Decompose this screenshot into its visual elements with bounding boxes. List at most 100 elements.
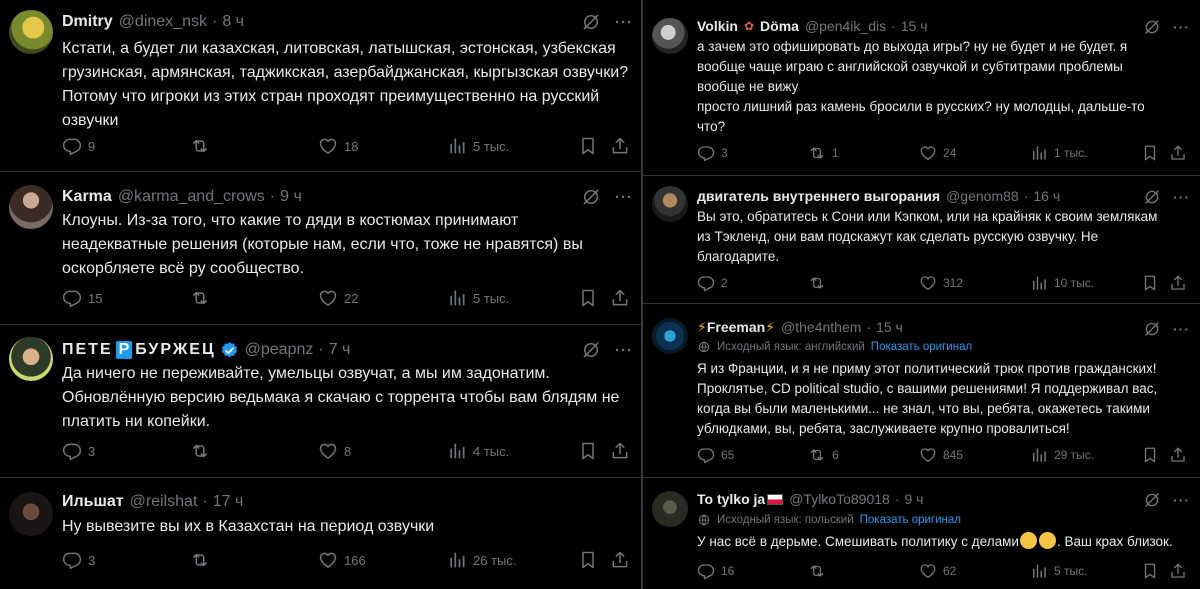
reply-button[interactable]: 9	[62, 136, 95, 156]
grok-icon[interactable]	[1143, 491, 1161, 509]
more-icon[interactable]: ···	[1173, 19, 1190, 35]
author-name[interactable]: Ильшат	[62, 493, 124, 511]
views-button[interactable]: 10 тыс.	[1030, 274, 1094, 292]
more-icon[interactable]: ···	[1173, 189, 1190, 205]
timestamp[interactable]: 8 ч	[222, 13, 244, 31]
avatar[interactable]	[9, 10, 53, 54]
bookmark-button[interactable]	[1141, 274, 1159, 292]
share-button[interactable]	[610, 441, 630, 461]
retweet-button[interactable]	[808, 562, 832, 580]
bookmark-button[interactable]	[578, 441, 598, 461]
reply-button[interactable]: 65	[697, 446, 734, 464]
like-button[interactable]: 312	[919, 274, 963, 292]
author-handle[interactable]: @karma_and_crows	[118, 188, 265, 206]
tweet-volkin[interactable]: Volkin ✿ Döma @pen4ik_dis · 15 ч ··· а з…	[643, 0, 1200, 176]
views-button[interactable]: 1 тыс.	[1030, 144, 1087, 162]
tweet-the4nthem[interactable]: ⚡ Freeman ⚡ @the4nthem · 15 ч ··· Исходн…	[643, 304, 1200, 478]
avatar[interactable]	[652, 491, 688, 527]
bookmark-button[interactable]	[578, 288, 598, 308]
share-button[interactable]	[610, 136, 630, 156]
timestamp[interactable]: 7 ч	[329, 341, 351, 359]
views-button[interactable]: 5 тыс.	[447, 288, 509, 308]
retweet-button[interactable]	[190, 136, 216, 156]
author-name-badge[interactable]: Р	[115, 341, 133, 359]
author-handle[interactable]: @dinex_nsk	[119, 13, 207, 31]
tweet-reilshat[interactable]: Ильшат @reilshat · 17 ч Ну вывезите вы и…	[0, 478, 641, 589]
more-icon[interactable]: ···	[1173, 492, 1190, 508]
reply-button[interactable]: 3	[62, 441, 95, 461]
grok-icon[interactable]	[1143, 320, 1161, 338]
reply-button[interactable]: 3	[697, 144, 728, 162]
reply-button[interactable]: 3	[62, 550, 95, 570]
author-name[interactable]: Freeman	[707, 319, 765, 335]
retweet-button[interactable]	[190, 550, 216, 570]
bookmark-button[interactable]	[578, 136, 598, 156]
retweet-button[interactable]: 1	[808, 144, 839, 162]
bookmark-button[interactable]	[1141, 562, 1159, 580]
more-icon[interactable]: ···	[615, 342, 633, 359]
avatar[interactable]	[9, 337, 53, 381]
reply-button[interactable]: 16	[697, 562, 734, 580]
bookmark-button[interactable]	[1141, 144, 1159, 162]
views-button[interactable]: 26 тыс.	[447, 550, 516, 570]
like-button[interactable]: 166	[318, 550, 366, 570]
author-name-part-1[interactable]: Volkin	[697, 18, 738, 34]
timestamp[interactable]: 15 ч	[876, 319, 903, 335]
avatar[interactable]	[652, 18, 688, 54]
more-icon[interactable]: ···	[615, 14, 633, 31]
tweet-peapnz[interactable]: ПЕТЕ Р БУРЖЕЦ @peapnz · 7 ч ··· Да ничег…	[0, 325, 641, 478]
show-original-link[interactable]: Показать оригинал	[871, 341, 972, 353]
avatar[interactable]	[9, 185, 53, 229]
timestamp[interactable]: 17 ч	[213, 493, 244, 511]
more-icon[interactable]: ···	[1173, 321, 1190, 337]
tweet-genom88[interactable]: двигатель внутреннего выгорания @genom88…	[643, 176, 1200, 304]
like-button[interactable]: 62	[919, 562, 956, 580]
timestamp[interactable]: 16 ч	[1033, 188, 1060, 204]
like-button[interactable]: 845	[919, 446, 963, 464]
more-icon[interactable]: ···	[615, 189, 633, 206]
avatar[interactable]	[9, 492, 53, 536]
retweet-button[interactable]	[808, 274, 832, 292]
tweet-dmitry[interactable]: Dmitry @dinex_nsk · 8 ч ··· Кстати, а бу…	[0, 0, 641, 172]
timestamp[interactable]: 15 ч	[901, 18, 928, 34]
bookmark-button[interactable]	[578, 550, 598, 570]
author-name[interactable]: Karma	[62, 188, 112, 206]
verified-badge-icon[interactable]	[220, 341, 239, 360]
retweet-button[interactable]: 6	[808, 446, 839, 464]
share-button[interactable]	[1169, 144, 1187, 162]
reply-button[interactable]: 15	[62, 288, 102, 308]
author-handle[interactable]: @reilshat	[130, 493, 198, 511]
like-button[interactable]: 8	[318, 441, 351, 461]
author-name[interactable]: Dmitry	[62, 13, 113, 31]
grok-icon[interactable]	[1143, 188, 1161, 206]
views-button[interactable]: 5 тыс.	[1030, 562, 1087, 580]
grok-icon[interactable]	[581, 12, 601, 32]
tweet-karma[interactable]: Karma @karma_and_crows · 9 ч ··· Клоуны.…	[0, 172, 641, 325]
bookmark-button[interactable]	[1141, 446, 1159, 464]
avatar[interactable]	[652, 318, 688, 354]
author-name-part-2[interactable]: Döma	[760, 18, 799, 34]
retweet-button[interactable]	[190, 288, 216, 308]
like-button[interactable]: 24	[919, 144, 956, 162]
grok-icon[interactable]	[581, 187, 601, 207]
reply-button[interactable]: 2	[697, 274, 728, 292]
share-button[interactable]	[1169, 562, 1187, 580]
tweet-tylkoto[interactable]: To tylko ja @TylkoTo89018 · 9 ч ··· Исхо…	[643, 478, 1200, 589]
show-original-link[interactable]: Показать оригинал	[860, 514, 961, 526]
like-button[interactable]: 22	[318, 288, 358, 308]
views-button[interactable]: 4 тыс.	[447, 441, 509, 461]
author-name[interactable]: To tylko ja	[697, 491, 765, 507]
author-name-part-2[interactable]: БУРЖЕЦ	[135, 341, 215, 359]
share-button[interactable]	[1169, 274, 1187, 292]
timestamp[interactable]: 9 ч	[280, 188, 302, 206]
author-handle[interactable]: @peapnz	[245, 341, 314, 359]
author-handle[interactable]: @TylkoTo89018	[789, 491, 890, 507]
author-handle[interactable]: @the4nthem	[781, 319, 861, 335]
author-handle[interactable]: @genom88	[946, 188, 1019, 204]
retweet-button[interactable]	[190, 441, 216, 461]
share-button[interactable]	[1169, 446, 1187, 464]
views-button[interactable]: 29 тыс.	[1030, 446, 1094, 464]
author-handle[interactable]: @pen4ik_dis	[805, 18, 886, 34]
like-button[interactable]: 18	[318, 136, 358, 156]
views-button[interactable]: 5 тыс.	[447, 136, 509, 156]
